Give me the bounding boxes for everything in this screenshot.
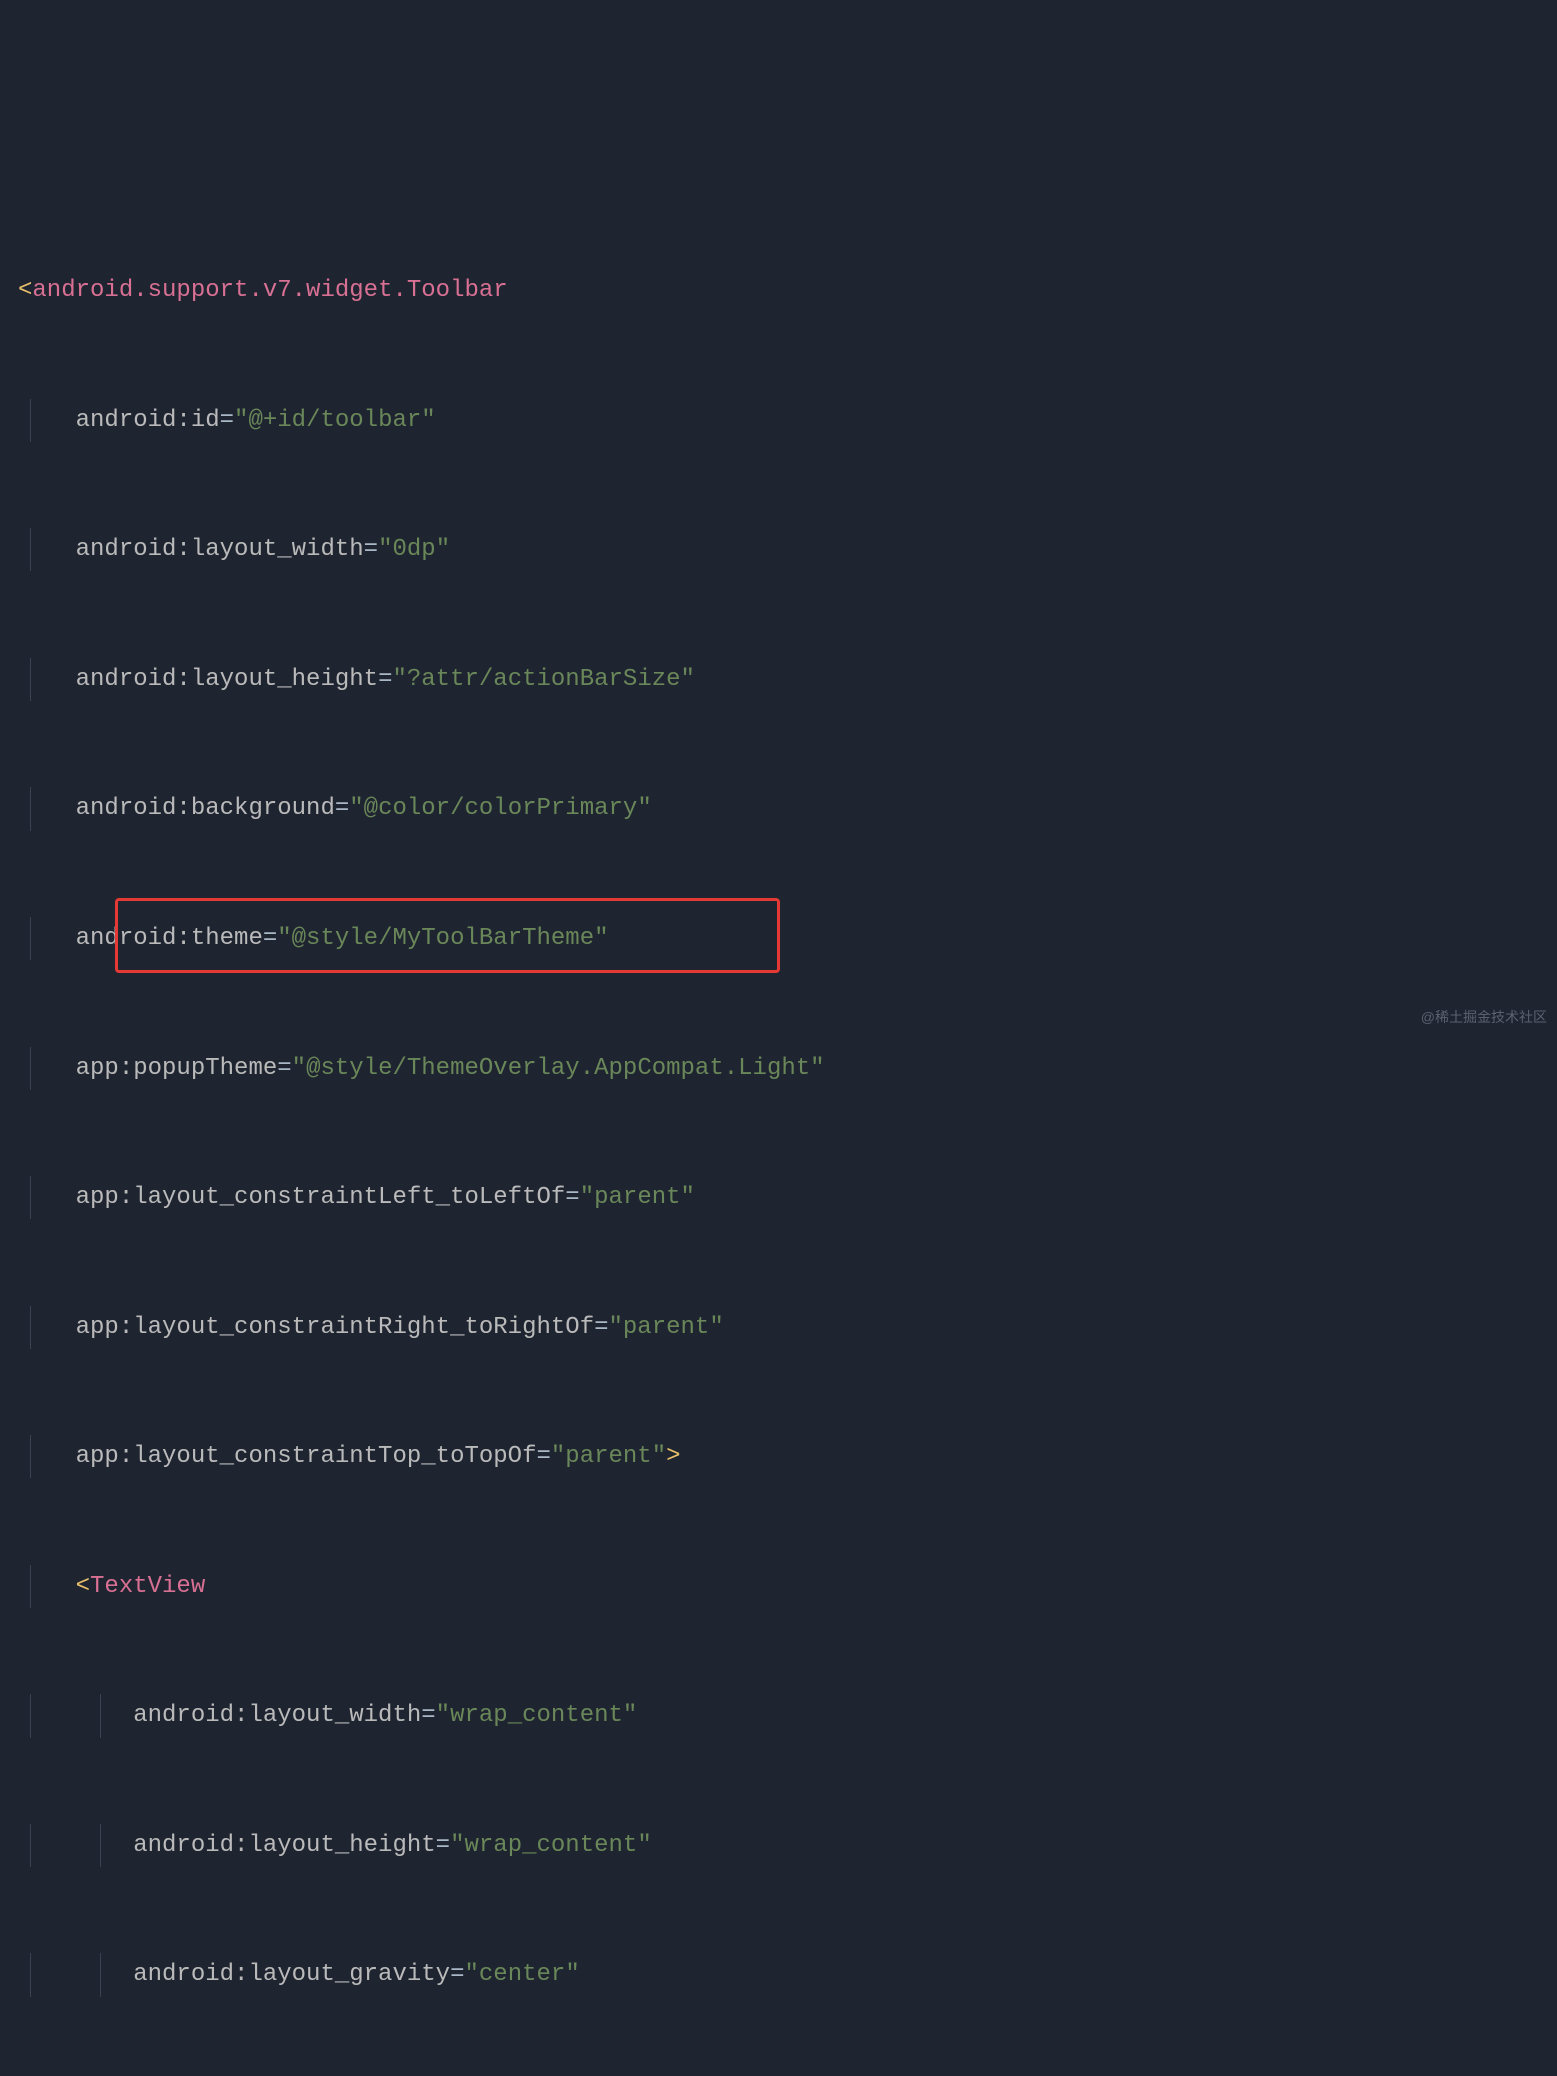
code-line[interactable]: android:id="@+id/toolbar" [0,399,1557,442]
quote: " [810,1055,824,1082]
quote: " [551,1443,565,1470]
xml-attr-name: android:layout_height [133,1832,435,1859]
indent-guide [100,1824,101,1867]
equals: = [378,666,392,693]
xml-attr-name: android:id [76,407,220,434]
quote: " [464,1961,478,1988]
equals: = [594,1314,608,1341]
quote: " [623,1702,637,1729]
code-line[interactable]: app:layout_constraintTop_toTopOf="parent… [0,1435,1557,1478]
quote: " [637,795,651,822]
tag-open-bracket: < [18,277,32,304]
quote: " [234,407,248,434]
equals: = [421,1702,435,1729]
equals: = [220,407,234,434]
indent-guide [30,1047,31,1090]
xml-attr-name: android:layout_gravity [133,1961,450,1988]
equals: = [436,1832,450,1859]
equals: = [536,1443,550,1470]
xml-attr-value: parent [594,1184,680,1211]
xml-attr-name: android:background [76,795,335,822]
xml-tag-name: android.support.v7.widget.Toolbar [32,277,507,304]
code-line[interactable]: app:popupTheme="@style/ThemeOverlay.AppC… [0,1047,1557,1090]
code-line[interactable]: <android.support.v7.widget.Toolbar [0,269,1557,312]
indent-guide [100,1694,101,1737]
quote: " [349,795,363,822]
xml-attr-name: app:popupTheme [76,1055,278,1082]
indent-guide [30,787,31,830]
indent-guide [30,399,31,442]
code-line[interactable]: app:layout_constraintLeft_toLeftOf="pare… [0,1176,1557,1219]
indent-guide [30,1694,31,1737]
quote: " [681,1184,695,1211]
indent-guide [30,528,31,571]
quote: " [378,536,392,563]
xml-attr-value: wrap_content [464,1832,637,1859]
tag-close-bracket: > [666,1443,680,1470]
tag-open-bracket: < [76,1573,90,1600]
quote: " [652,1443,666,1470]
xml-attr-value: parent [565,1443,651,1470]
code-editor-viewport[interactable]: <android.support.v7.widget.Toolbar andro… [0,183,1557,2076]
quote: " [421,407,435,434]
xml-attr-name: app:layout_constraintTop_toTopOf [76,1443,537,1470]
xml-tag-name: TextView [90,1573,205,1600]
code-line[interactable]: android:background="@color/colorPrimary" [0,787,1557,830]
equals: = [565,1184,579,1211]
xml-attr-value: 0dp [392,536,435,563]
code-line[interactable]: android:layout_height="?attr/actionBarSi… [0,658,1557,701]
xml-attr-name: android:theme [76,925,263,952]
code-line[interactable]: app:layout_constraintRight_toRightOf="pa… [0,1306,1557,1349]
quote: " [292,1055,306,1082]
watermark-text: @稀土掘金技术社区 [1421,1005,1547,1030]
quote: " [709,1314,723,1341]
quote: " [277,925,291,952]
indent-guide [30,1306,31,1349]
quote: " [436,536,450,563]
indent-guide [30,1565,31,1608]
xml-attr-name: app:layout_constraintLeft_toLeftOf [76,1184,566,1211]
xml-attr-value: @style/MyToolBarTheme [292,925,594,952]
quote: " [609,1314,623,1341]
xml-attr-name: android:layout_height [76,666,378,693]
xml-attr-name: android:layout_width [133,1702,421,1729]
equals: = [335,795,349,822]
xml-attr-value: wrap_content [450,1702,623,1729]
xml-attr-value: center [479,1961,565,1988]
indent-guide [30,1176,31,1219]
xml-attr-name: app:layout_constraintRight_toRightOf [76,1314,594,1341]
quote: " [681,666,695,693]
indent-guide [100,1953,101,1996]
xml-attr-value: ?attr/actionBarSize [407,666,681,693]
quote: " [565,1961,579,1988]
quote: " [594,925,608,952]
equals: = [364,536,378,563]
quote: " [580,1184,594,1211]
code-line[interactable]: <TextView [0,1565,1557,1608]
xml-attr-value: @color/colorPrimary [364,795,638,822]
xml-attr-value: parent [623,1314,709,1341]
code-line[interactable]: android:theme="@style/MyToolBarTheme" [0,917,1557,960]
xml-attr-value: @style/ThemeOverlay.AppCompat.Light [306,1055,810,1082]
equals: = [277,1055,291,1082]
indent-guide [30,917,31,960]
code-line[interactable]: android:layout_width="0dp" [0,528,1557,571]
indent-guide [30,1824,31,1867]
indent-guide [30,1953,31,1996]
quote: " [392,666,406,693]
code-line[interactable]: android:layout_height="wrap_content" [0,1824,1557,1867]
xml-attr-value: @+id/toolbar [248,407,421,434]
quote: " [450,1832,464,1859]
xml-attr-name: android:layout_width [76,536,364,563]
equals: = [263,925,277,952]
indent-guide [30,658,31,701]
quote: " [436,1702,450,1729]
quote: " [637,1832,651,1859]
indent-guide [30,1435,31,1478]
equals: = [450,1961,464,1988]
code-line[interactable]: android:layout_width="wrap_content" [0,1694,1557,1737]
code-line-highlighted[interactable]: android:layout_gravity="center" [0,1953,1557,1996]
